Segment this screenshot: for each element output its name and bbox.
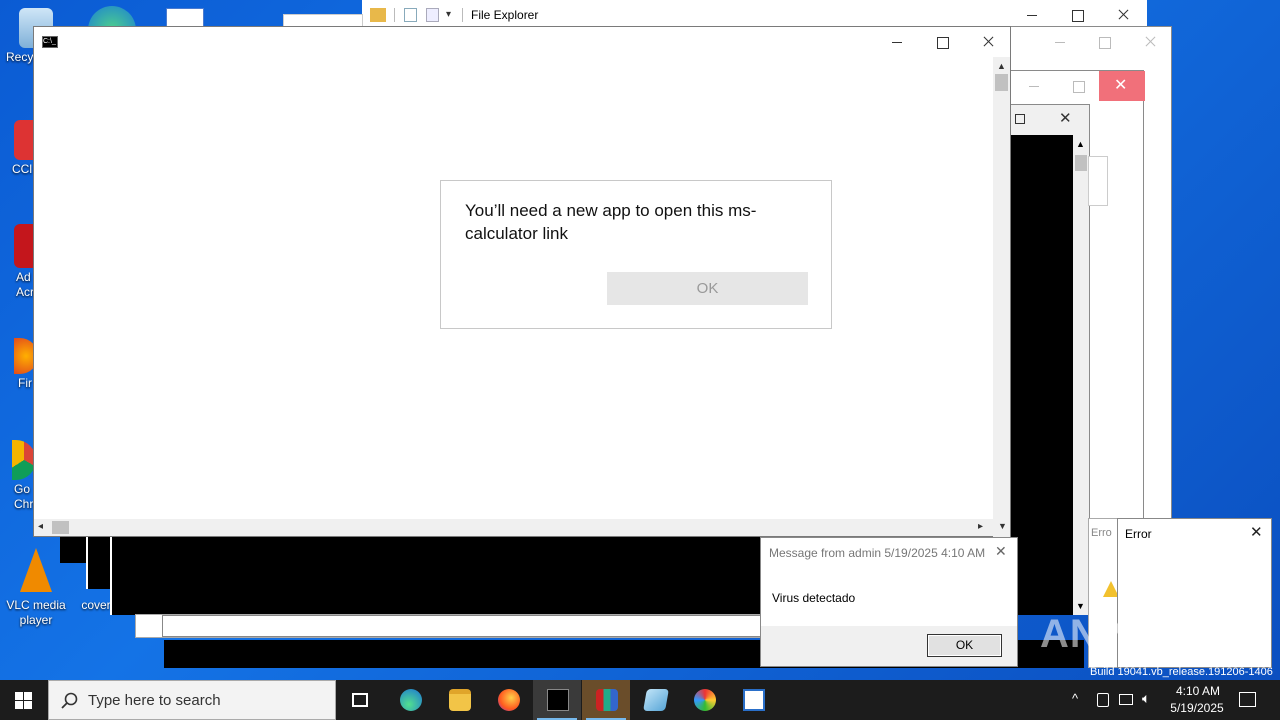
close-icon: ✕ xyxy=(1114,77,1128,94)
scroll-down-icon[interactable]: ▼ xyxy=(1076,601,1085,611)
close-button[interactable] xyxy=(965,27,1011,57)
horizontal-scrollbar[interactable]: ◂ ▸ xyxy=(34,519,994,536)
maximize-button[interactable] xyxy=(1081,27,1127,57)
taskbar-cmd[interactable] xyxy=(533,680,581,720)
scroll-right-icon[interactable]: ▸ xyxy=(978,521,983,532)
console-output xyxy=(110,537,770,615)
scroll-down-icon[interactable]: ▼ xyxy=(998,521,1007,531)
message-box-body: Virus detectado xyxy=(772,591,856,605)
volume-icon[interactable]: 🔈︎ xyxy=(1142,690,1150,707)
ok-button[interactable]: OK xyxy=(927,634,1002,657)
taskbar-notepad[interactable] xyxy=(631,680,679,720)
maximize-button[interactable] xyxy=(1015,114,1025,124)
show-hidden-icons-icon[interactable]: ^ xyxy=(1072,691,1078,706)
network-icon[interactable] xyxy=(1119,694,1133,705)
taskbar-wordpad[interactable] xyxy=(729,680,777,720)
message-box-footer: OK xyxy=(761,626,1017,666)
vertical-scrollbar[interactable]: ▲ ▼ xyxy=(1073,135,1089,615)
cmd-icon: C:\_ xyxy=(42,36,58,48)
desktop-icon-label: VLC media player xyxy=(6,598,66,627)
minimize-button[interactable] xyxy=(1037,27,1083,57)
taskbar-file-explorer[interactable] xyxy=(435,680,483,720)
clock-date[interactable]: 5/19/2025 xyxy=(1166,701,1228,715)
desktop-icon-label: Ad Acr xyxy=(16,270,34,299)
notifications-icon[interactable] xyxy=(1239,692,1256,707)
scroll-thumb[interactable] xyxy=(1075,155,1087,171)
start-button[interactable] xyxy=(0,680,48,720)
wordpad-icon xyxy=(743,689,765,711)
dialog-message: You’ll need a new app to open this ms-ca… xyxy=(465,201,757,243)
search-icon xyxy=(61,692,78,709)
taskbar-winrar[interactable] xyxy=(582,680,630,720)
taskbar-paint[interactable] xyxy=(680,680,728,720)
task-view-icon xyxy=(352,693,368,707)
folder-icon xyxy=(370,8,386,22)
new-folder-icon[interactable] xyxy=(426,8,439,22)
message-box[interactable]: Message from admin 5/19/2025 4:10 AM ✕ V… xyxy=(760,537,1018,667)
close-button[interactable]: ✕ xyxy=(1099,71,1145,101)
clock-time[interactable]: 4:10 AM xyxy=(1170,684,1226,698)
close-button[interactable] xyxy=(1127,27,1173,57)
device-icon[interactable] xyxy=(1097,693,1109,707)
scroll-thumb[interactable] xyxy=(52,521,69,534)
console-output xyxy=(1011,135,1073,615)
task-view-button[interactable] xyxy=(336,680,384,720)
minimize-button[interactable] xyxy=(1011,71,1057,101)
maximize-button[interactable] xyxy=(1055,71,1101,101)
desktop-file-icon xyxy=(166,8,204,28)
windows-logo-icon xyxy=(15,692,32,709)
window-edge xyxy=(162,615,762,637)
window-title: Erro xyxy=(1091,527,1112,539)
anyrun-watermark: ANY RUN xyxy=(1040,612,1229,656)
taskbar-firefox[interactable] xyxy=(484,680,532,720)
window-title: File Explorer xyxy=(471,8,539,22)
scroll-left-icon[interactable]: ◂ xyxy=(38,521,43,532)
paint-icon xyxy=(694,689,716,711)
message-box-title: Message from admin 5/19/2025 4:10 AM xyxy=(769,546,986,560)
close-button[interactable]: ✕ xyxy=(1250,523,1263,541)
scroll-up-icon[interactable]: ▲ xyxy=(1076,139,1085,149)
properties-icon[interactable] xyxy=(404,8,417,22)
edge-icon xyxy=(400,689,422,711)
cmd-icon xyxy=(547,689,569,711)
search-box[interactable]: Type here to search xyxy=(48,680,336,720)
firefox-icon xyxy=(498,689,520,711)
minimize-button[interactable] xyxy=(874,27,920,57)
scroll-up-icon[interactable]: ▲ xyxy=(997,61,1006,71)
window-title: Error xyxy=(1125,527,1152,541)
vertical-scrollbar[interactable]: ▲ xyxy=(993,57,1010,537)
search-placeholder: Type here to search xyxy=(88,692,221,709)
winrar-icon xyxy=(596,689,618,711)
close-button[interactable]: ✕ xyxy=(1059,109,1072,127)
window-edge xyxy=(1088,156,1108,206)
notepad-icon xyxy=(643,689,669,711)
close-button[interactable]: ✕ xyxy=(995,543,1007,560)
vlc-icon xyxy=(20,548,52,592)
divider xyxy=(394,8,395,22)
maximize-button[interactable] xyxy=(919,27,965,57)
file-explorer-icon xyxy=(449,689,471,711)
taskbar-edge[interactable] xyxy=(386,680,434,720)
divider xyxy=(462,8,463,22)
open-with-dialog[interactable]: You’ll need a new app to open this ms-ca… xyxy=(440,180,832,329)
chevron-down-icon[interactable]: ▾ xyxy=(446,9,451,20)
build-info: Build 19041.vb_release.191206-1406 xyxy=(1090,666,1273,678)
scroll-thumb[interactable] xyxy=(995,74,1008,91)
console-window-2[interactable]: ✕ ▲ ▼ xyxy=(1010,104,1090,615)
ok-button[interactable]: OK xyxy=(607,272,808,305)
taskbar: Type here to search ^ 🔈︎ 4:10 AM 5/19/20… xyxy=(0,680,1280,720)
